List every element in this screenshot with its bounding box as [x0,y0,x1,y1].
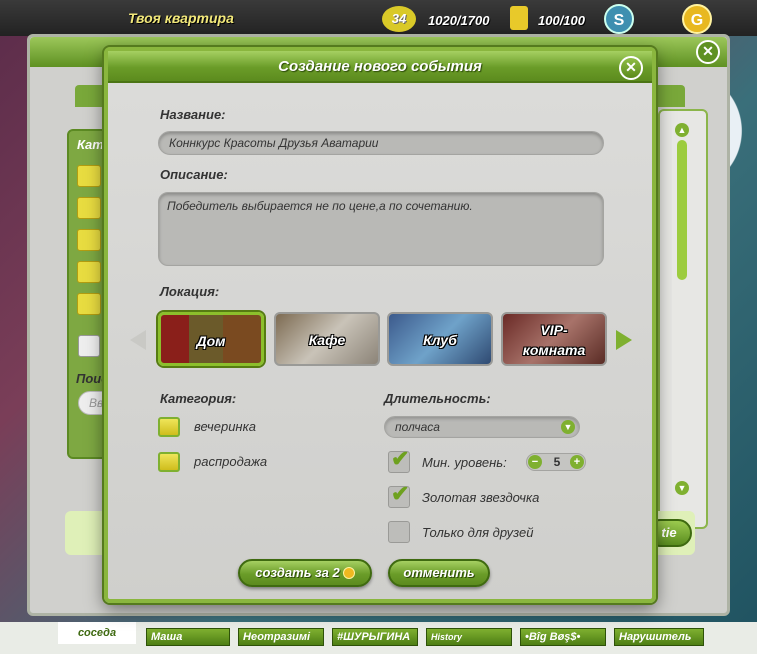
xp-counter: 1020/1700 [428,13,490,28]
location-option-label: Клуб [423,332,457,348]
create-event-button[interactable]: создать за 2 [238,559,372,587]
friend-item[interactable]: Неотразимі [238,628,324,646]
duration-select[interactable]: полчаса ▼ [384,416,580,438]
category-party-label[interactable]: вечеринка [194,419,256,434]
location-prev-arrow-icon[interactable] [130,330,146,350]
category-filter-icon[interactable] [77,293,101,315]
location-option-label: Дом [196,333,226,349]
event-name-input[interactable]: Коннкурс Красоты Друзья Аватарии [158,131,604,155]
category-filter-icon[interactable] [77,261,101,283]
dialog-header: Создание нового события ✕ [108,51,652,83]
duration-label: Длительность: [384,391,491,406]
background-close-icon[interactable]: ✕ [696,40,720,64]
friends-only-label: Только для друзей [422,525,534,540]
location-option-club[interactable]: Клуб [387,312,493,366]
description-label: Описание: [160,167,228,182]
friend-item[interactable]: •Bîg Bøş$• [520,628,606,646]
energy-counter: 100/100 [538,13,585,28]
background-category-label: Кат [77,137,104,152]
close-icon[interactable]: ✕ [619,56,643,80]
location-title: Твоя квартира [128,10,234,26]
cancel-button[interactable]: отменить [388,559,490,587]
checkmark-icon: ✔ [391,446,410,471]
friend-item[interactable]: History [426,628,512,646]
scroll-up-icon[interactable]: ▲ [675,123,689,137]
category-filter-icon[interactable] [77,165,101,187]
location-label: Локация: [160,284,220,299]
location-option-label: VIP-комната [522,322,586,358]
location-next-arrow-icon[interactable] [616,330,632,350]
gold-coin-icon[interactable]: G [682,4,712,34]
min-level-label: Мин. уровень: [422,455,507,470]
silver-coin-icon[interactable]: S [604,4,634,34]
location-option-vip[interactable]: VIP-комната [501,312,607,366]
scrollbar-thumb[interactable] [677,140,687,280]
category-label: Категория: [160,391,237,406]
friend-neighbor-label[interactable]: соседа [58,622,136,644]
checkmark-icon: ✔ [391,481,410,506]
category-filter-icon[interactable] [77,197,101,219]
dialog-title: Создание нового события [278,58,482,75]
energy-icon [510,6,528,30]
min-level-checkbox[interactable]: ✔ [388,446,410,473]
chevron-down-icon[interactable]: ▼ [561,420,575,434]
gold-star-label: Золотая звездочка [422,490,540,505]
create-event-dialog: Создание нового события ✕ Название: Конн… [104,47,656,603]
location-option-home[interactable]: Дом [158,312,264,366]
top-bar: Твоя квартира 34 1020/1700 100/100 S G [0,0,757,36]
plus-icon[interactable]: + [570,455,584,469]
friend-item[interactable]: Маша [146,628,230,646]
friends-only-checkbox[interactable] [388,521,410,543]
duration-value: полчаса [395,420,440,434]
gold-coin-icon [342,567,355,579]
location-option-label: Кафе [308,332,346,348]
scroll-down-icon[interactable]: ▼ [675,481,689,495]
min-level-value: 5 [553,455,561,469]
minus-icon[interactable]: − [528,455,542,469]
min-level-stepper[interactable]: − 5 + [526,453,586,471]
name-label: Название: [160,107,226,122]
create-button-label: создать за 2 [255,565,340,580]
friend-item[interactable]: #ШУРЫГИНА [332,628,418,646]
level-badge: 34 [382,6,416,32]
background-checkbox[interactable] [78,335,100,357]
category-filter-icon[interactable] [77,229,101,251]
gold-star-checkbox[interactable]: ✔ [388,481,410,508]
event-description-input[interactable]: Победитель выбирается не по цене,а по со… [158,192,604,266]
cocktail-icon[interactable] [158,417,180,437]
tag-icon[interactable] [158,452,180,472]
category-sale-label[interactable]: распродажа [194,454,267,469]
friend-item[interactable]: Нарушитель [614,628,704,646]
location-option-cafe[interactable]: Кафе [274,312,380,366]
